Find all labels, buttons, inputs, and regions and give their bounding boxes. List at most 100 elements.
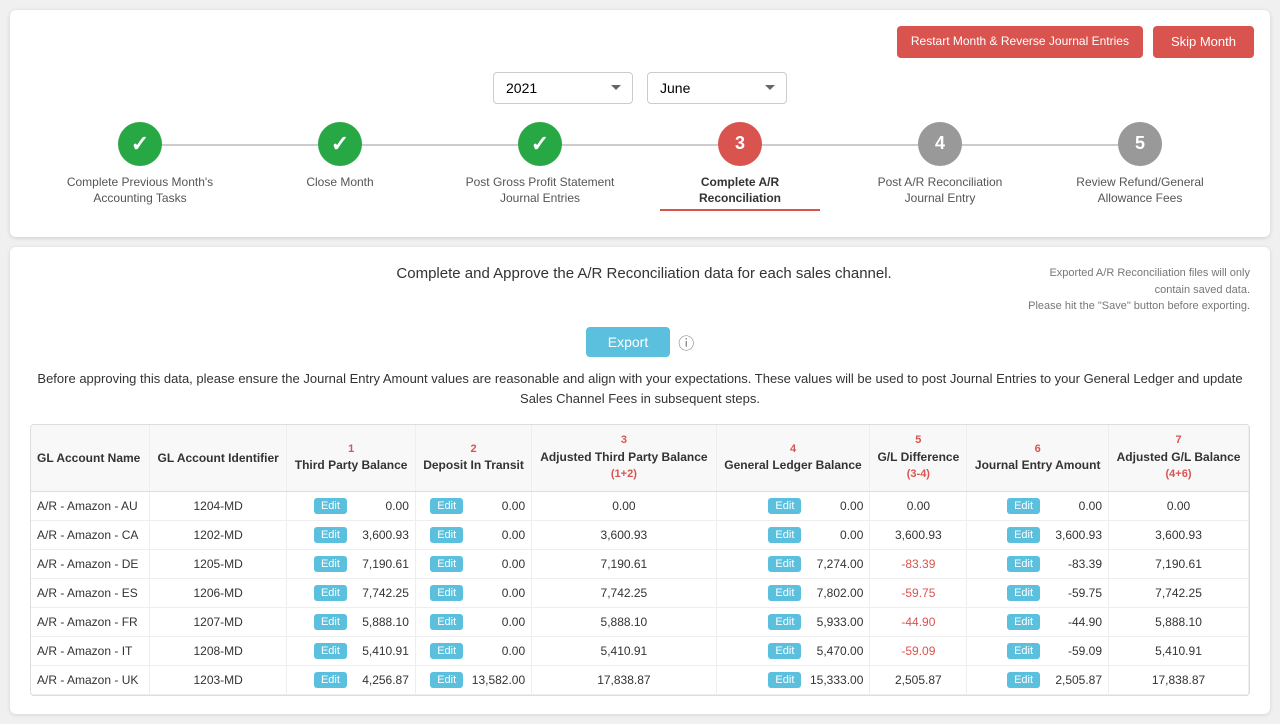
step-5-number: 4 xyxy=(935,133,945,154)
edit-value: 5,470.00 xyxy=(803,644,863,658)
edit-value: 2,505.87 xyxy=(1042,673,1102,687)
top-bar: Restart Month & Reverse Journal Entries … xyxy=(26,26,1254,58)
edit-value: 0.00 xyxy=(465,615,525,629)
table-body: A/R - Amazon - AU1204-MDEdit0.00Edit0.00… xyxy=(31,491,1249,694)
col-header-account-name: GL Account Name xyxy=(31,425,149,491)
table-row: A/R - Amazon - DE1205-MDEdit7,190.61Edit… xyxy=(31,549,1249,578)
step-6-number: 5 xyxy=(1135,133,1145,154)
export-note: Exported A/R Reconciliation files will o… xyxy=(1028,265,1250,315)
edit-button[interactable]: Edit xyxy=(1007,643,1040,659)
edit-button[interactable]: Edit xyxy=(768,585,801,601)
edit-button[interactable]: Edit xyxy=(768,672,801,688)
info-icon[interactable]: ⓘ xyxy=(678,330,694,354)
edit-value: 0.00 xyxy=(349,499,409,513)
edit-button[interactable]: Edit xyxy=(430,585,463,601)
table-header-row: GL Account Name GL Account Identifier 1T… xyxy=(31,425,1249,491)
step-2-check-icon: ✓ xyxy=(331,131,349,157)
edit-button[interactable]: Edit xyxy=(1007,498,1040,514)
edit-button[interactable]: Edit xyxy=(768,614,801,630)
edit-value: -83.39 xyxy=(1042,557,1102,571)
edit-value: 5,410.91 xyxy=(349,644,409,658)
edit-value: -59.75 xyxy=(1042,586,1102,600)
step-2: ✓ Close Month xyxy=(240,122,440,191)
edit-button[interactable]: Edit xyxy=(314,498,347,514)
edit-button[interactable]: Edit xyxy=(1007,672,1040,688)
step-5: 4 Post A/R Reconciliation Journal Entry xyxy=(840,122,1040,208)
step-3-label: Post Gross Profit Statement Journal Entr… xyxy=(460,174,620,208)
step-6: 5 Review Refund/General Allowance Fees xyxy=(1040,122,1240,208)
col-header-je-amount: 6Journal Entry Amount xyxy=(967,425,1109,491)
edit-value: 7,802.00 xyxy=(803,586,863,600)
edit-value: 3,600.93 xyxy=(349,528,409,542)
warning-text: Before approving this data, please ensur… xyxy=(30,369,1250,411)
table-row: A/R - Amazon - AU1204-MDEdit0.00Edit0.00… xyxy=(31,491,1249,520)
dropdowns-row: 2021 2020 2022 JanuaryFebruaryMarch Apri… xyxy=(26,72,1254,104)
table-row: A/R - Amazon - ES1206-MDEdit7,742.25Edit… xyxy=(31,578,1249,607)
edit-value: 0.00 xyxy=(465,586,525,600)
edit-button[interactable]: Edit xyxy=(314,672,347,688)
edit-value: 4,256.87 xyxy=(349,673,409,687)
edit-button[interactable]: Edit xyxy=(768,643,801,659)
edit-value: 15,333.00 xyxy=(803,673,863,687)
edit-value: 0.00 xyxy=(465,499,525,513)
ar-table-wrapper: GL Account Name GL Account Identifier 1T… xyxy=(30,424,1250,696)
edit-button[interactable]: Edit xyxy=(1007,614,1040,630)
edit-value: 0.00 xyxy=(1042,499,1102,513)
edit-button[interactable]: Edit xyxy=(768,527,801,543)
table-row: A/R - Amazon - CA1202-MDEdit3,600.93Edit… xyxy=(31,520,1249,549)
edit-value: 7,274.00 xyxy=(803,557,863,571)
section-header: Complete and Approve the A/R Reconciliat… xyxy=(30,265,1250,315)
step-1-label: Complete Previous Month's Accounting Tas… xyxy=(60,174,220,208)
export-button[interactable]: Export xyxy=(586,327,670,357)
step-2-circle: ✓ xyxy=(318,122,362,166)
edit-value: 0.00 xyxy=(803,499,863,513)
skip-month-button[interactable]: Skip Month xyxy=(1153,26,1254,58)
edit-value: 5,888.10 xyxy=(349,615,409,629)
edit-button[interactable]: Edit xyxy=(314,643,347,659)
step-6-label: Review Refund/General Allowance Fees xyxy=(1060,174,1220,208)
step-6-circle: 5 xyxy=(1118,122,1162,166)
edit-button[interactable]: Edit xyxy=(314,585,347,601)
section-title: Complete and Approve the A/R Reconciliat… xyxy=(260,265,1028,282)
edit-button[interactable]: Edit xyxy=(314,614,347,630)
ar-reconciliation-table: GL Account Name GL Account Identifier 1T… xyxy=(31,425,1249,695)
col-header-gl-diff: 5G/L Difference(3-4) xyxy=(870,425,967,491)
table-row: A/R - Amazon - UK1203-MDEdit4,256.87Edit… xyxy=(31,665,1249,694)
month-dropdown[interactable]: JanuaryFebruaryMarch AprilMayJune JulyAu… xyxy=(647,72,787,104)
col-header-gl-balance: 4General Ledger Balance xyxy=(716,425,870,491)
edit-button[interactable]: Edit xyxy=(314,556,347,572)
edit-button[interactable]: Edit xyxy=(1007,556,1040,572)
edit-value: 0.00 xyxy=(465,528,525,542)
edit-value: 7,742.25 xyxy=(349,586,409,600)
main-container: Restart Month & Reverse Journal Entries … xyxy=(10,10,1270,237)
step-3-circle: ✓ xyxy=(518,122,562,166)
col-header-adjusted-third: 3Adjusted Third Party Balance(1+2) xyxy=(532,425,716,491)
export-row: Export ⓘ xyxy=(30,327,1250,357)
edit-value: 0.00 xyxy=(465,644,525,658)
restart-button[interactable]: Restart Month & Reverse Journal Entries xyxy=(897,26,1143,58)
col-header-adj-gl: 7Adjusted G/L Balance(4+6) xyxy=(1109,425,1249,491)
edit-value: 13,582.00 xyxy=(465,673,525,687)
edit-value: 5,933.00 xyxy=(803,615,863,629)
col-header-third-party: 1Third Party Balance xyxy=(287,425,416,491)
edit-value: -44.90 xyxy=(1042,615,1102,629)
step-1: ✓ Complete Previous Month's Accounting T… xyxy=(40,122,240,208)
edit-button[interactable]: Edit xyxy=(1007,585,1040,601)
edit-button[interactable]: Edit xyxy=(430,498,463,514)
steps-container: ✓ Complete Previous Month's Accounting T… xyxy=(26,122,1254,212)
edit-button[interactable]: Edit xyxy=(430,643,463,659)
edit-button[interactable]: Edit xyxy=(430,614,463,630)
edit-button[interactable]: Edit xyxy=(430,527,463,543)
edit-button[interactable]: Edit xyxy=(430,556,463,572)
edit-value: 7,190.61 xyxy=(349,557,409,571)
edit-button[interactable]: Edit xyxy=(430,672,463,688)
edit-value: -59.09 xyxy=(1042,644,1102,658)
edit-button[interactable]: Edit xyxy=(768,556,801,572)
step-4: 3 Complete A/R Reconciliation xyxy=(640,122,840,212)
edit-button[interactable]: Edit xyxy=(768,498,801,514)
edit-button[interactable]: Edit xyxy=(1007,527,1040,543)
step-2-label: Close Month xyxy=(306,174,373,191)
step-1-circle: ✓ xyxy=(118,122,162,166)
year-dropdown[interactable]: 2021 2020 2022 xyxy=(493,72,633,104)
edit-button[interactable]: Edit xyxy=(314,527,347,543)
